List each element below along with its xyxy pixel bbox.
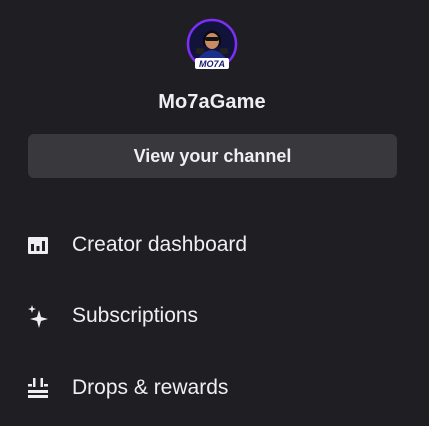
sparkle-star-icon [26,304,50,328]
view-channel-button-label: View your channel [133,145,292,166]
drops-gift-icon [26,376,50,400]
user-menu-panel: MO7A Mo7aGame View your channel Creator … [0,0,429,426]
view-channel-button[interactable]: View your channel [28,134,397,178]
avatar-logo-text: MO7A [199,59,225,69]
avatar[interactable]: MO7A [186,17,238,73]
menu-item-creator-dashboard[interactable]: Creator dashboard [0,222,429,268]
bar-chart-icon [26,233,50,257]
menu-item-label: Drops & rewards [72,376,229,399]
gamer-logo-avatar-icon: MO7A [186,18,238,70]
menu-item-subscriptions[interactable]: Subscriptions [0,293,429,339]
menu-item-label: Creator dashboard [72,233,248,256]
username: Mo7aGame [158,91,266,113]
menu-item-label: Subscriptions [72,304,199,327]
menu-item-drops-rewards[interactable]: Drops & rewards [0,365,429,411]
